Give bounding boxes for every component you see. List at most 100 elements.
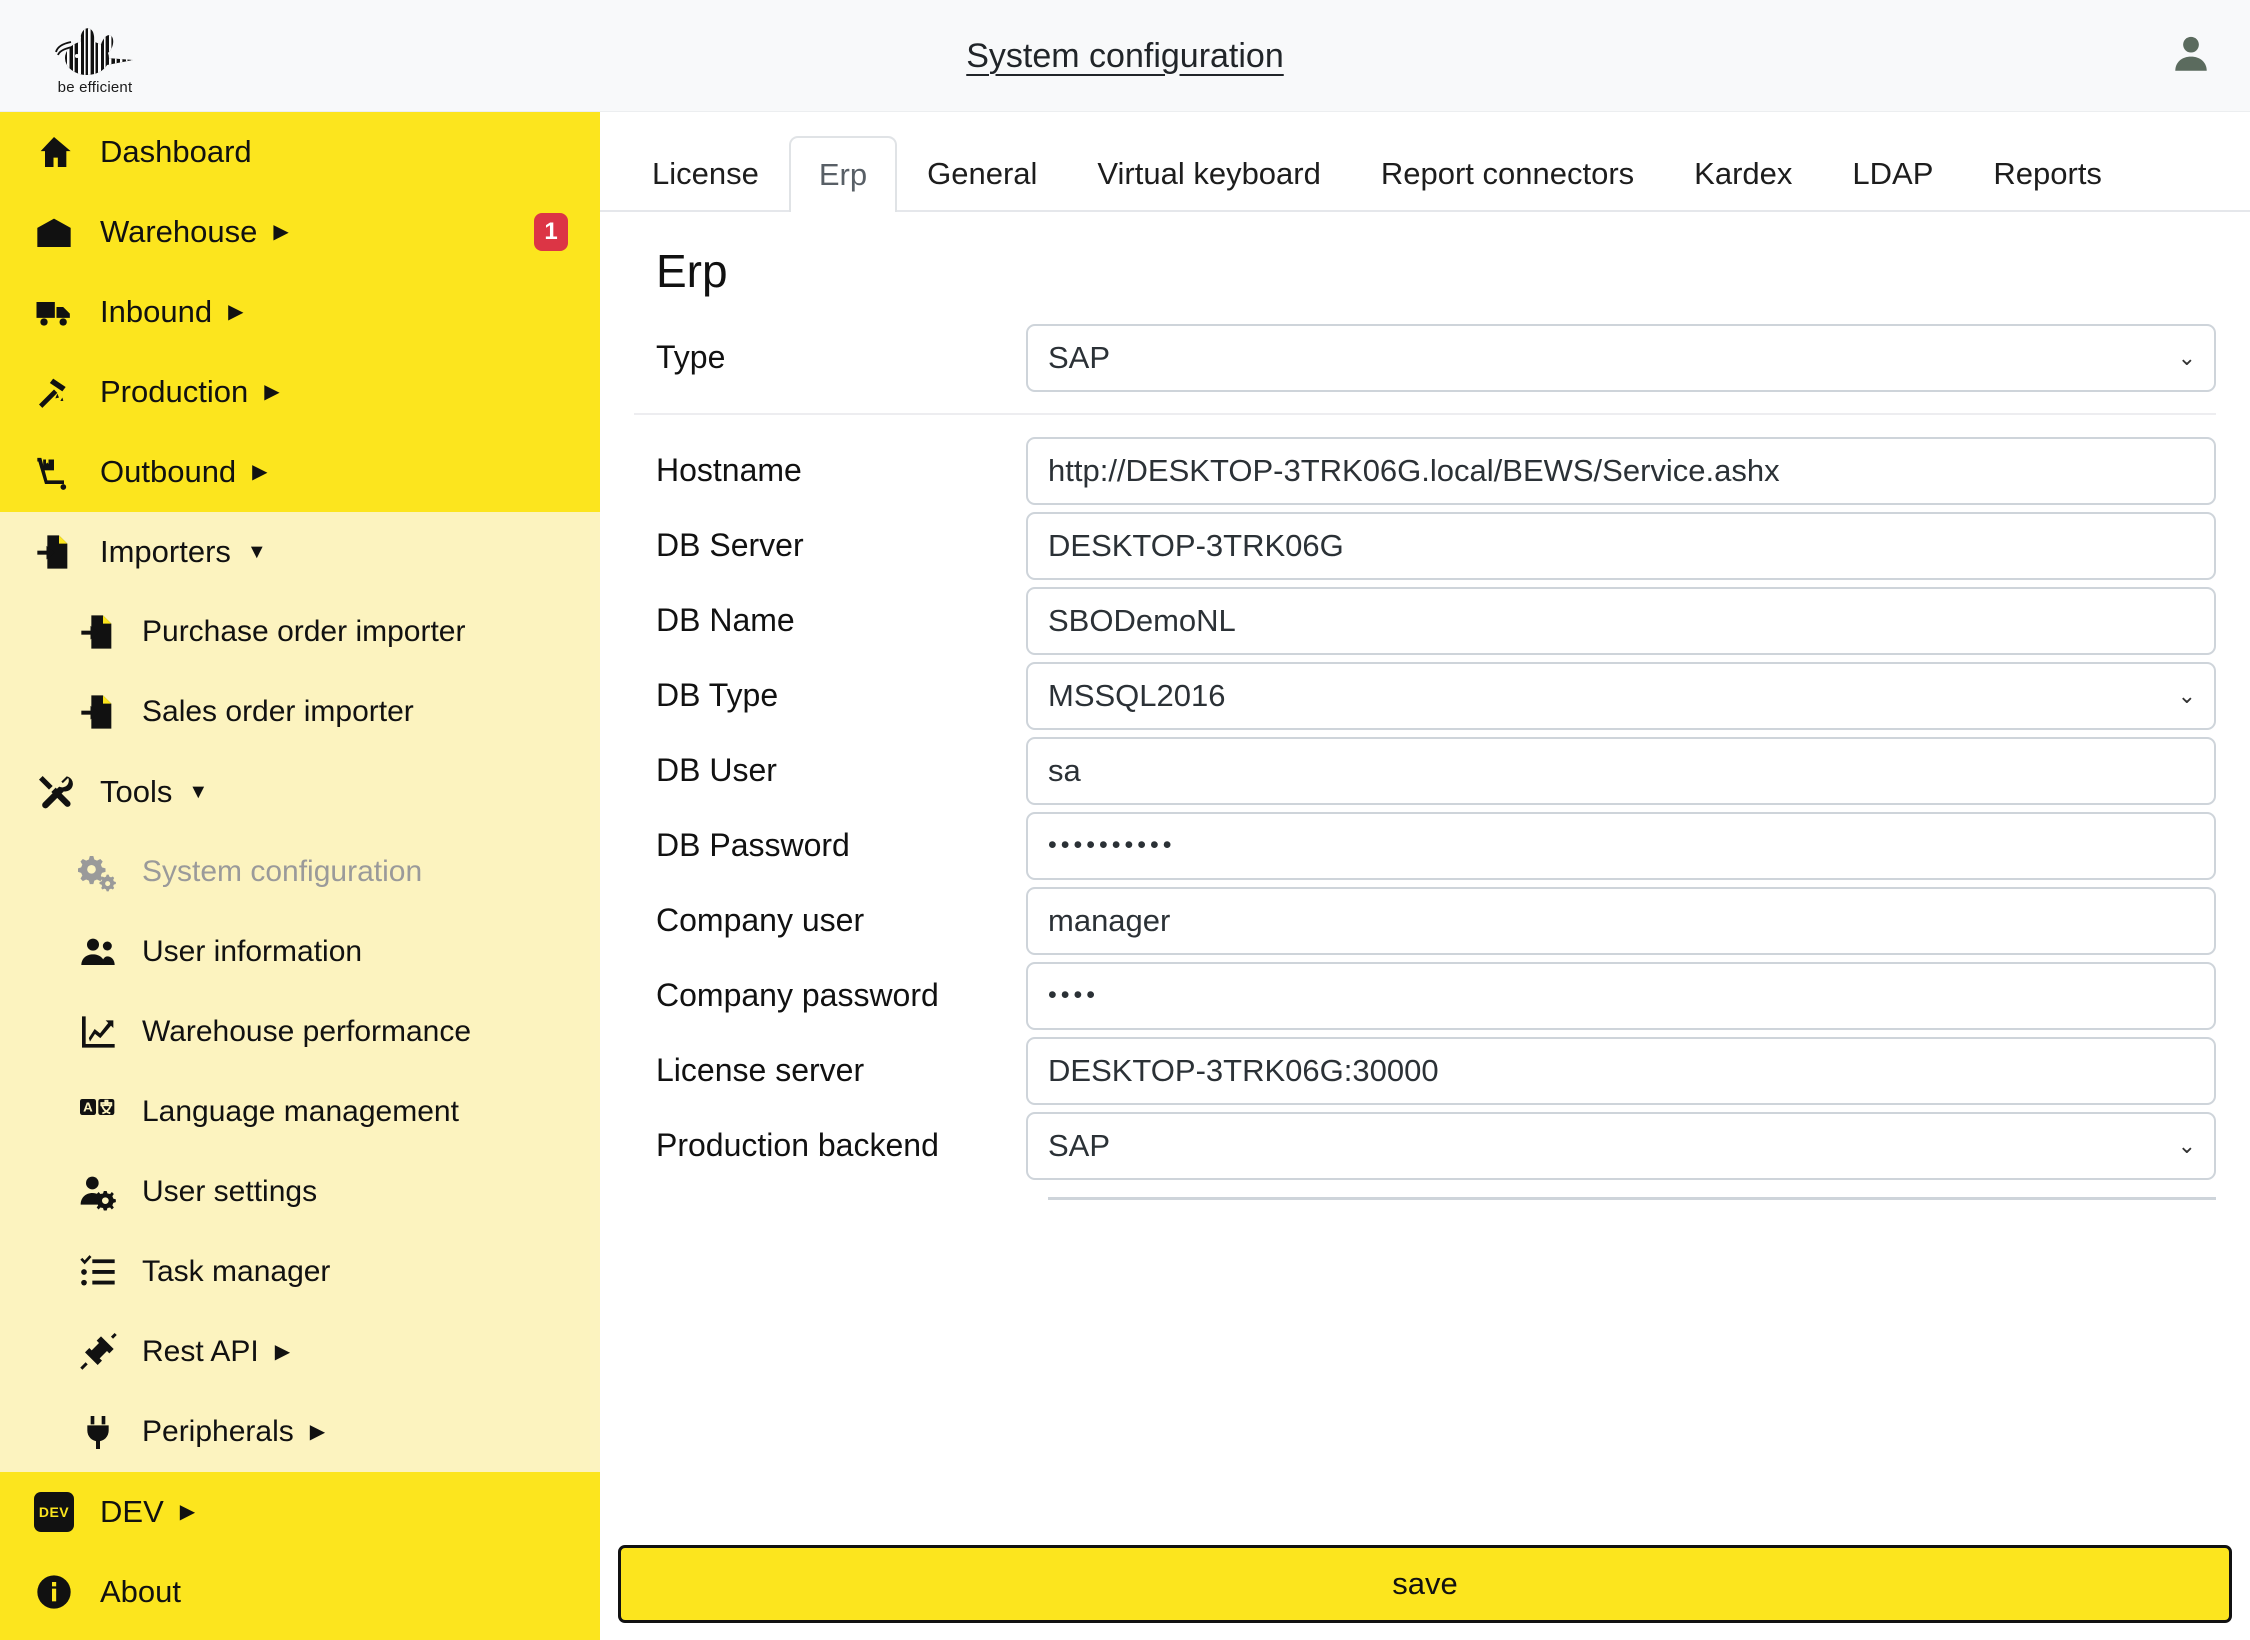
- sidebar-item-importers[interactable]: Importers ▼: [0, 512, 600, 592]
- form-row: DB User sa: [634, 733, 2216, 808]
- sidebar-item-purchase-order-importer[interactable]: Purchase order importer: [0, 592, 600, 672]
- import-file-icon: [34, 530, 86, 574]
- sidebar-item-label: Warehouse: [100, 214, 258, 249]
- input-db-name[interactable]: SBODemoNL: [1026, 586, 2216, 655]
- logo-tagline: be efficient: [57, 78, 133, 96]
- select-type[interactable]: SAP ⌄: [1026, 323, 2216, 392]
- field-value: ••••: [1048, 981, 1100, 1009]
- bee-barcode-logo-icon: [55, 27, 133, 75]
- field-value: ••••••••••: [1048, 831, 1176, 859]
- input-license-server[interactable]: DESKTOP-3TRK06G:30000: [1026, 1036, 2216, 1105]
- field-label-db-type: DB Type: [656, 677, 779, 713]
- chevron-down-icon[interactable]: ▼: [188, 782, 208, 802]
- user-gear-icon: [78, 1170, 128, 1214]
- chevron-right-icon[interactable]: ▶: [228, 302, 243, 322]
- gears-icon: [78, 850, 128, 894]
- field-label-db-server: DB Server: [656, 527, 804, 563]
- tab-general[interactable]: General: [897, 136, 1067, 210]
- user-avatar-icon[interactable]: [2168, 30, 2214, 81]
- input-company-password[interactable]: ••••: [1026, 961, 2216, 1030]
- sidebar-item-label: Sales order importer: [142, 695, 414, 728]
- input-db-password[interactable]: ••••••••••: [1026, 811, 2216, 880]
- chevron-down-icon[interactable]: ▼: [247, 542, 267, 562]
- sidebar-group-light: Importers ▼ Purchase order importer Sales o…: [0, 512, 600, 1472]
- input-hostname[interactable]: http://DESKTOP-3TRK06G.local/BEWS/Servic…: [1026, 436, 2216, 505]
- sidebar-item-sales-order-importer[interactable]: Sales order importer: [0, 672, 600, 752]
- dev-chip-icon: DEV: [34, 1492, 74, 1532]
- form-row: DB Type MSSQL2016 ⌄: [634, 658, 2216, 733]
- field-label-db-name: DB Name: [656, 602, 795, 638]
- form-row: License server DESKTOP-3TRK06G:30000: [634, 1033, 2216, 1108]
- chevron-right-icon[interactable]: ▶: [275, 1342, 290, 1362]
- sidebar-item-user-information[interactable]: User information: [0, 912, 600, 992]
- sidebar-item-label: DEV: [100, 1494, 164, 1529]
- form-row: Company password ••••: [634, 958, 2216, 1033]
- field-value: MSSQL2016: [1048, 677, 1226, 713]
- sidebar-item-outbound[interactable]: Outbound ▶: [0, 432, 600, 512]
- power-plug-icon: [78, 1410, 128, 1454]
- chevron-down-icon[interactable]: ⌄: [2178, 346, 2196, 369]
- sidebar-item-production[interactable]: Production ▶: [0, 352, 600, 432]
- input-company-user[interactable]: manager: [1026, 886, 2216, 955]
- select-production-backend[interactable]: SAP ⌄: [1026, 1111, 2216, 1180]
- input-db-user[interactable]: sa: [1026, 736, 2216, 805]
- sidebar-item-label: User settings: [142, 1175, 318, 1208]
- form-row: DB Server DESKTOP-3TRK06G: [634, 508, 2216, 583]
- tab-kardex[interactable]: Kardex: [1664, 136, 1822, 210]
- svg-text:A: A: [83, 1100, 93, 1115]
- sidebar-group-bright: DEV DEV ▶ About: [0, 1472, 600, 1632]
- home-icon: [34, 130, 86, 174]
- chevron-right-icon[interactable]: ▶: [273, 222, 288, 242]
- field-label-hostname: Hostname: [656, 452, 802, 488]
- sidebar-item-tools[interactable]: Tools ▼: [0, 752, 600, 832]
- tab-report-connectors[interactable]: Report connectors: [1351, 136, 1664, 210]
- sidebar-item-label: Task manager: [142, 1255, 331, 1288]
- chevron-right-icon[interactable]: ▶: [180, 1502, 195, 1522]
- tab-license[interactable]: License: [622, 136, 789, 210]
- field-value: SAP: [1048, 339, 1111, 375]
- sidebar-item-rest-api[interactable]: Rest API ▶: [0, 1312, 600, 1392]
- sidebar-item-label: Peripherals: [142, 1415, 294, 1448]
- tab-virtual-keyboard[interactable]: Virtual keyboard: [1067, 136, 1350, 210]
- input-db-server[interactable]: DESKTOP-3TRK06G: [1026, 511, 2216, 580]
- save-button[interactable]: save: [618, 1545, 2232, 1623]
- tools-icon: [34, 770, 86, 814]
- sidebar-item-label: Tools: [100, 774, 173, 809]
- tab-erp[interactable]: Erp: [788, 136, 898, 212]
- field-value: DESKTOP-3TRK06G:30000: [1048, 1052, 1439, 1088]
- field-value: SAP: [1048, 1127, 1111, 1163]
- sidebar-item-inbound[interactable]: Inbound ▶: [0, 272, 600, 352]
- chevron-down-icon[interactable]: ⌄: [2178, 684, 2196, 707]
- sidebar-item-label: Rest API: [142, 1335, 259, 1368]
- tab-ldap[interactable]: LDAP: [1822, 136, 1963, 210]
- tab-reports[interactable]: Reports: [1963, 136, 2132, 210]
- chevron-right-icon[interactable]: ▶: [264, 382, 279, 402]
- sidebar-item-about[interactable]: About: [0, 1552, 600, 1632]
- sidebar-item-label: Purchase order importer: [142, 615, 466, 648]
- field-value: sa: [1048, 752, 1081, 788]
- import-file-icon: [78, 690, 128, 734]
- dolly-icon: [34, 450, 86, 494]
- sidebar-item-label: Warehouse performance: [142, 1015, 472, 1048]
- select-db-type[interactable]: MSSQL2016 ⌄: [1026, 661, 2216, 730]
- sidebar-nav: Dashboard Warehouse ▶ 1 Inbound ▶ Production ▶ O…: [0, 112, 600, 1640]
- sidebar-item-task-manager[interactable]: Task manager: [0, 1232, 600, 1312]
- chevron-right-icon[interactable]: ▶: [310, 1422, 325, 1442]
- chevron-down-icon[interactable]: ⌄: [2178, 1134, 2196, 1157]
- panel-heading: Erp: [656, 245, 728, 297]
- sidebar-item-label: Production: [100, 374, 249, 409]
- sidebar-item-warehouse-performance[interactable]: Warehouse performance: [0, 992, 600, 1072]
- page-title: System configuration: [966, 36, 1284, 75]
- sidebar-item-dev[interactable]: DEV DEV ▶: [0, 1472, 600, 1552]
- sidebar-item-peripherals[interactable]: Peripherals ▶: [0, 1392, 600, 1472]
- sidebar-item-dashboard[interactable]: Dashboard: [0, 112, 600, 192]
- field-label-company-password: Company password: [656, 977, 939, 1013]
- field-value: http://DESKTOP-3TRK06G.local/BEWS/Servic…: [1048, 452, 1780, 488]
- sidebar-item-label: About: [100, 1574, 182, 1609]
- brand-logo[interactable]: be efficient: [0, 0, 190, 112]
- sidebar-item-warehouse[interactable]: Warehouse ▶ 1: [0, 192, 600, 272]
- chevron-right-icon[interactable]: ▶: [252, 462, 267, 482]
- sidebar-item-language-management[interactable]: A Language management: [0, 1072, 600, 1152]
- sidebar-item-label: Language management: [142, 1095, 459, 1128]
- sidebar-item-user-settings[interactable]: User settings: [0, 1152, 600, 1232]
